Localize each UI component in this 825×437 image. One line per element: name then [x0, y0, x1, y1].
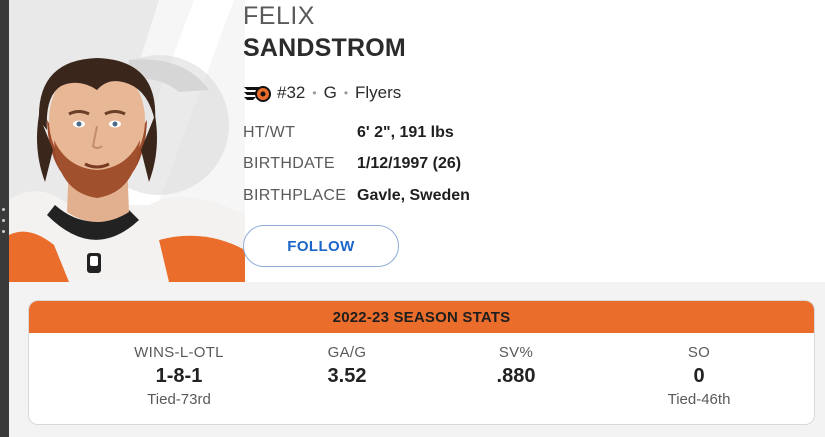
team-info: #32 • G • Flyers — [243, 82, 401, 104]
stat-rank — [426, 391, 606, 409]
stat-value: 0 — [693, 365, 705, 387]
stat-label: WINS-L-OTL — [134, 344, 224, 361]
flyers-logo-icon[interactable] — [243, 83, 272, 103]
player-photo — [9, 0, 245, 282]
stat-rank: Tied-46th — [667, 391, 731, 408]
bio-row-birthdate: BIRTHDATE 1/12/1997 (26) — [243, 155, 461, 173]
bio-value: Gavle, Sweden — [357, 187, 470, 204]
separator-dot: • — [312, 86, 317, 100]
bio-value: 6' 2", 191 lbs — [357, 124, 454, 141]
stat-wins-l-otl: WINS-L-OTL 1-8-1 Tied-73rd — [89, 344, 269, 409]
player-position: G — [323, 83, 337, 102]
rail-dot — [2, 230, 5, 233]
bio-label: HT/WT — [243, 124, 296, 141]
stat-value: 1-8-1 — [155, 365, 203, 387]
rail-dot — [2, 219, 5, 222]
bio-row-ht-wt: HT/WT 6' 2", 191 lbs — [243, 124, 454, 142]
stat-so: SO 0 Tied-46th — [609, 344, 789, 409]
season-stats-title: 2022-23 SEASON STATS — [29, 301, 814, 333]
stat-rank — [257, 391, 437, 409]
separator-dot: • — [343, 86, 349, 100]
player-headshot — [9, 0, 245, 282]
drag-handle[interactable] — [2, 208, 6, 241]
stat-rank: Tied-73rd — [147, 391, 211, 408]
bio-label: BIRTHPLACE — [243, 187, 347, 204]
team-name[interactable]: Flyers — [355, 83, 401, 103]
bio-row-birthplace: BIRTHPLACE Gavle, Sweden — [243, 187, 470, 205]
player-header-card: FELIX SANDSTROM #32 • G • Flyers HT/WT 6… — [9, 0, 825, 282]
stat-sv-pct: SV% .880 — [426, 344, 606, 409]
jersey-number: #32 — [277, 83, 306, 102]
player-first-name: FELIX — [243, 2, 315, 30]
stat-label: SO — [687, 344, 711, 361]
bio-label: BIRTHDATE — [243, 155, 335, 172]
stat-value: .880 — [496, 365, 536, 387]
left-rail — [0, 0, 9, 437]
rail-dot — [2, 208, 5, 211]
stat-label: GA/G — [327, 344, 367, 361]
bio-value: 1/12/1997 (26) — [357, 155, 462, 172]
season-stats-card: 2022-23 SEASON STATS WINS-L-OTL 1-8-1 Ti… — [28, 300, 815, 425]
stat-value: 3.52 — [327, 365, 367, 387]
follow-button[interactable]: FOLLOW — [243, 225, 399, 267]
stat-ga-g: GA/G 3.52 — [257, 344, 437, 409]
stat-label: SV% — [498, 344, 534, 361]
player-last-name: SANDSTROM — [243, 34, 406, 62]
